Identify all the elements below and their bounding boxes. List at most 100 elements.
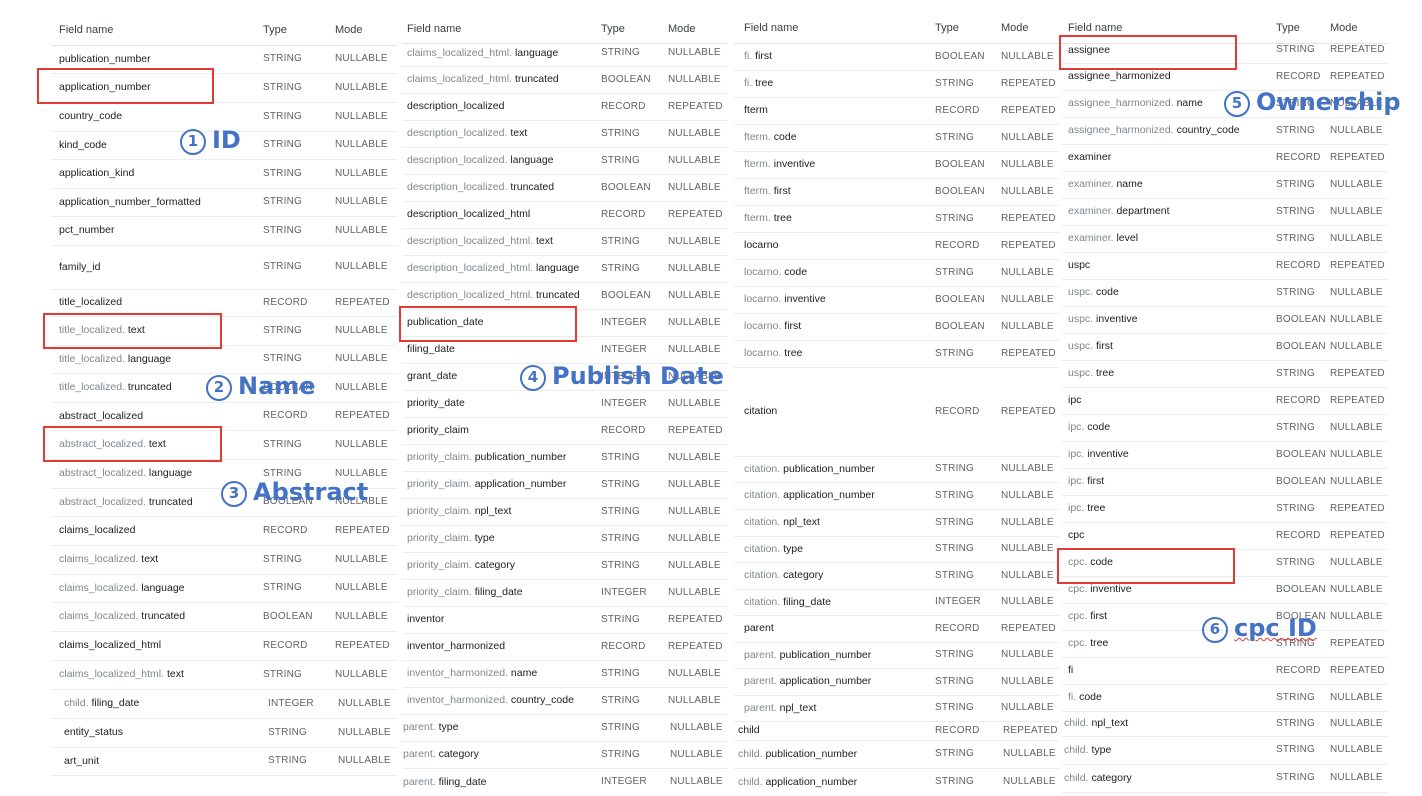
table-row[interactable]: child. type STRING NULLABLE	[1062, 736, 1387, 765]
table-row[interactable]: uspc. inventive BOOLEAN NULLABLE	[1062, 306, 1387, 334]
table-row[interactable]: pct_number STRING NULLABLE	[52, 216, 397, 246]
table-row[interactable]: parent. npl_text STRING NULLABLE	[734, 695, 1059, 722]
field-name: grant_date	[407, 363, 457, 390]
field-mode: NULLABLE	[335, 139, 388, 150]
table-row[interactable]: family_id STRING NULLABLE	[52, 245, 397, 290]
table-row[interactable]: application_kind STRING NULLABLE	[52, 159, 397, 189]
table-row[interactable]: ipc. first BOOLEAN NULLABLE	[1062, 468, 1387, 496]
field-parent-prefix: locarno.	[744, 266, 785, 278]
table-row[interactable]: description_localized. language STRING NUL…	[402, 147, 728, 175]
table-row[interactable]: claims_localized. truncated BOOLEAN NULLAB…	[52, 602, 397, 632]
table-row[interactable]: parent. publication_number STRING NULLABLE	[734, 642, 1059, 669]
table-row[interactable]: parent. type STRING NULLABLE	[402, 714, 728, 742]
table-row[interactable]: priority_claim. filing_date INTEGER NULLAB…	[402, 579, 728, 607]
table-row[interactable]: child. category STRING NULLABLE	[1062, 764, 1387, 793]
table-row[interactable]: locarno RECORD REPEATED	[734, 232, 1059, 260]
table-row[interactable]: fi. code STRING NULLABLE	[1062, 684, 1387, 712]
table-row[interactable]: fterm. code STRING NULLABLE	[734, 124, 1059, 152]
table-row[interactable]: claims_localized. text STRING NULLABLE	[52, 545, 397, 575]
field-mode: NULLABLE	[1001, 51, 1054, 62]
table-row[interactable]: description_localized_html. language STRI…	[402, 255, 728, 283]
table-row[interactable]: parent. filing_date INTEGER NULLABLE	[402, 768, 728, 796]
table-row[interactable]: parent RECORD REPEATED	[734, 615, 1059, 643]
field-parent-prefix: abstract_localized.	[59, 467, 149, 479]
table-row[interactable]: priority_claim. publication_number STRING…	[402, 444, 728, 472]
table-row[interactable]: locarno. inventive BOOLEAN NULLABLE	[734, 286, 1059, 314]
table-row[interactable]: art_unit STRING NULLABLE	[52, 747, 397, 776]
table-row[interactable]: fterm RECORD REPEATED	[734, 97, 1059, 125]
table-row[interactable]: priority_claim. application_number STRING…	[402, 471, 728, 499]
table-row[interactable]: parent. application_number STRING NULLABLE	[734, 668, 1059, 696]
table-row[interactable]: claims_localized_html RECORD REPEATED	[52, 631, 397, 661]
table-row[interactable]: locarno. tree STRING REPEATED	[734, 340, 1059, 368]
table-row[interactable]: citation. publication_number STRING NULLAB…	[734, 456, 1059, 483]
table-row[interactable]: description_localized RECORD REPEATED	[402, 93, 728, 121]
table-row[interactable]: fi. tree STRING REPEATED	[734, 70, 1059, 98]
table-row[interactable]: fterm. inventive BOOLEAN NULLABLE	[734, 151, 1059, 179]
table-row[interactable]: fi RECORD REPEATED	[1062, 657, 1387, 685]
table-row[interactable]: child RECORD REPEATED	[734, 721, 1059, 741]
field-mode: NULLABLE	[335, 325, 388, 336]
table-row[interactable]: title_localized. language STRING NULLABLE	[52, 345, 397, 374]
table-row[interactable]: uspc RECORD REPEATED	[1062, 252, 1387, 280]
table-row[interactable]: cpc RECORD REPEATED	[1062, 522, 1387, 550]
table-row[interactable]: child. application_number STRING NULLABLE	[734, 768, 1059, 796]
table-row[interactable]: ipc. inventive BOOLEAN NULLABLE	[1062, 441, 1387, 469]
table-row[interactable]: inventor STRING REPEATED	[402, 606, 728, 634]
table-row[interactable]: examiner. name STRING NULLABLE	[1062, 171, 1387, 199]
field-type: STRING	[1276, 557, 1315, 568]
table-row[interactable]: inventor_harmonized RECORD REPEATED	[402, 633, 728, 661]
field-name: parent	[744, 615, 774, 642]
table-row[interactable]: child. npl_text STRING NULLABLE	[1062, 711, 1387, 737]
table-row[interactable]: ipc. tree STRING REPEATED	[1062, 495, 1387, 523]
table-row[interactable]: fterm. tree STRING REPEATED	[734, 205, 1059, 233]
table-row[interactable]: description_localized. text STRING NULLABL…	[402, 120, 728, 148]
table-row[interactable]: description_localized_html. text STRING NU…	[402, 228, 728, 256]
field-parent-prefix: fi.	[744, 77, 756, 89]
table-row[interactable]: inventor_harmonized. country_code STRING N…	[402, 687, 728, 715]
table-row[interactable]: priority_claim RECORD REPEATED	[402, 417, 728, 445]
table-row[interactable]: fi. first BOOLEAN NULLABLE	[734, 43, 1059, 71]
table-row[interactable]: claims_localized_html. truncated BOOLEAN N…	[402, 66, 728, 94]
field-mode: REPEATED	[1001, 240, 1056, 251]
table-row[interactable]: inventor_harmonized. name STRING NULLABLE	[402, 660, 728, 688]
table-row[interactable]: examiner. level STRING NULLABLE	[1062, 225, 1387, 253]
table-row[interactable]: priority_claim. npl_text STRING NULLABLE	[402, 498, 728, 526]
table-row[interactable]: entity_status STRING NULLABLE	[52, 718, 397, 748]
table-row[interactable]: description_localized_html RECORD REPEATED	[402, 201, 728, 229]
table-row[interactable]: claims_localized_html. language STRING NUL…	[402, 40, 728, 67]
table-row[interactable]: locarno. first BOOLEAN NULLABLE	[734, 313, 1059, 341]
table-row[interactable]: citation. category STRING NULLABLE	[734, 562, 1059, 590]
table-row[interactable]: ipc. code STRING NULLABLE	[1062, 414, 1387, 442]
table-row[interactable]: citation. npl_text STRING NULLABLE	[734, 509, 1059, 537]
table-row[interactable]: claims_localized. language STRING NULLABLE	[52, 574, 397, 603]
table-row[interactable]: citation. application_number STRING NULLAB…	[734, 482, 1059, 510]
table-row[interactable]: claims_localized_html. text STRING NULLABL…	[52, 660, 397, 690]
table-row[interactable]: application_number_formatted STRING NULLAB…	[52, 188, 397, 217]
table-row[interactable]: uspc. first BOOLEAN NULLABLE	[1062, 333, 1387, 361]
field-type: STRING	[935, 213, 974, 224]
field-parent-prefix: title_localized.	[59, 353, 128, 365]
table-row[interactable]: parent. category STRING NULLABLE	[402, 741, 728, 769]
table-row[interactable]: priority_claim. category STRING NULLABLE	[402, 552, 728, 580]
table-row[interactable]: assignee_harmonized. country_code STRING N…	[1062, 117, 1387, 145]
table-row[interactable]: fterm. first BOOLEAN NULLABLE	[734, 178, 1059, 206]
table-row[interactable]: description_localized. truncated BOOLEAN N…	[402, 174, 728, 202]
table-row[interactable]: child. filing_date INTEGER NULLABLE	[52, 689, 397, 719]
table-row[interactable]: locarno. code STRING NULLABLE	[734, 259, 1059, 287]
field-name: parent. npl_text	[744, 695, 816, 721]
field-type: BOOLEAN	[935, 321, 985, 332]
table-row[interactable]: examiner RECORD REPEATED	[1062, 144, 1387, 172]
table-row[interactable]: priority_claim. type STRING NULLABLE	[402, 525, 728, 553]
table-row[interactable]: uspc. tree STRING REPEATED	[1062, 360, 1387, 388]
table-row[interactable]: ipc RECORD REPEATED	[1062, 387, 1387, 415]
table-row[interactable]: uspc. code STRING NULLABLE	[1062, 279, 1387, 307]
table-row[interactable]: examiner. department STRING NULLABLE	[1062, 198, 1387, 226]
table-row[interactable]: citation. filing_date INTEGER NULLABLE	[734, 589, 1059, 616]
table-row[interactable]: citation RECORD REPEATED	[734, 367, 1059, 457]
table-row[interactable]: priority_date INTEGER NULLABLE	[402, 390, 728, 418]
field-leaf-name: claims_localized	[59, 524, 136, 536]
table-row[interactable]: child. publication_number STRING NULLABLE	[734, 740, 1059, 769]
table-row[interactable]: citation. type STRING NULLABLE	[734, 536, 1059, 563]
table-row[interactable]: claims_localized RECORD REPEATED	[52, 516, 397, 546]
